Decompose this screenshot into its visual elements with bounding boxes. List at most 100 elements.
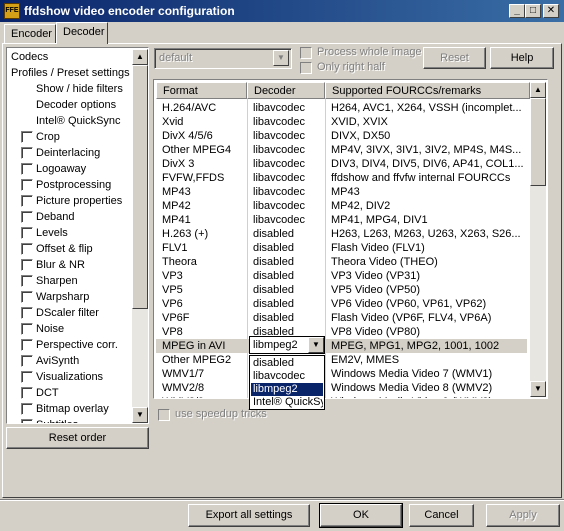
tree-item-checkbox[interactable] <box>21 339 33 351</box>
table-cell-fourccs[interactable]: MP42, DIV2 <box>325 199 530 213</box>
table-cell-format[interactable]: FVFW,FFDS <box>156 171 247 185</box>
table-cell-fourccs[interactable]: H263, L263, M263, U263, X263, S26... <box>325 227 530 241</box>
tree-scrollbar[interactable]: ▲ ▼ <box>132 49 148 423</box>
tree-scroll-thumb[interactable] <box>132 65 148 309</box>
tree-item-checkbox[interactable] <box>21 291 33 303</box>
table-cell-decoder[interactable]: libavcodec <box>247 171 325 185</box>
table-cell-fourccs[interactable]: ffdshow and ffvfw internal FOURCCs <box>325 171 530 185</box>
app-icon[interactable]: FFE <box>4 3 20 19</box>
codec-table[interactable]: Format Decoder Supported FOURCCs/remarks… <box>154 80 547 398</box>
tree-item-checkbox[interactable] <box>21 355 33 367</box>
reset-order-button[interactable]: Reset order <box>6 427 149 449</box>
table-cell-format[interactable]: WMV2/8 <box>156 381 247 395</box>
table-cell-fourccs[interactable]: Windows Media Video 9 (WMV3) <box>325 395 530 398</box>
table-cell-decoder[interactable]: libavcodec <box>247 143 325 157</box>
table-cell-decoder[interactable]: libavcodec <box>247 157 325 171</box>
table-scroll-thumb[interactable] <box>530 98 546 186</box>
tab-encoder[interactable]: Encoder <box>4 24 56 43</box>
table-cell-fourccs[interactable]: VP8 Video (VP80) <box>325 325 530 339</box>
tree-item-checkbox[interactable] <box>21 179 33 191</box>
column-header-decoder[interactable]: Decoder <box>247 82 325 99</box>
table-cell-decoder[interactable]: disabled <box>247 255 325 269</box>
tree-item-checkbox[interactable] <box>21 131 33 143</box>
tree-scroll-up-icon[interactable]: ▲ <box>132 49 148 65</box>
close-button[interactable]: ✕ <box>543 4 559 18</box>
table-cell-fourccs[interactable]: Flash Video (FLV1) <box>325 241 530 255</box>
table-cell-fourccs[interactable]: H264, AVC1, X264, VSSH (incomplet... <box>325 101 530 115</box>
tab-decoder[interactable]: Decoder <box>56 22 108 44</box>
tree-item-checkbox[interactable] <box>21 195 33 207</box>
tree-scroll-down-icon[interactable]: ▼ <box>132 407 148 423</box>
table-cell-decoder[interactable]: libavcodec <box>247 115 325 129</box>
table-cell-format[interactable]: MP41 <box>156 213 247 227</box>
table-cell-fourccs[interactable]: Flash Video (VP6F, FLV4, VP6A) <box>325 311 530 325</box>
tree-item-checkbox[interactable] <box>21 243 33 255</box>
decoder-combo[interactable]: libmpeg2 ▼ <box>249 336 325 354</box>
dropdown-option[interactable]: Intel® QuickSync <box>251 396 323 409</box>
table-cell-format[interactable]: VP8 <box>156 325 247 339</box>
table-scroll-up-icon[interactable]: ▲ <box>530 82 546 98</box>
process-whole-image-checkbox[interactable] <box>300 47 312 59</box>
table-cell-format[interactable]: VP5 <box>156 283 247 297</box>
table-cell-decoder[interactable]: libavcodec <box>247 129 325 143</box>
table-cell-decoder[interactable]: libavcodec <box>247 101 325 115</box>
table-cell-format[interactable]: VP3 <box>156 269 247 283</box>
preset-select[interactable]: default ▼ <box>154 48 292 69</box>
speedup-checkbox[interactable] <box>158 409 170 421</box>
tree-item-checkbox[interactable] <box>21 211 33 223</box>
chevron-down-icon[interactable]: ▼ <box>273 50 289 66</box>
table-cell-format[interactable]: Other MPEG2 <box>156 353 247 367</box>
tree-item-checkbox[interactable] <box>21 371 33 383</box>
tree-item-checkbox[interactable] <box>21 259 33 271</box>
table-cell-decoder[interactable]: disabled <box>247 283 325 297</box>
export-all-settings-button[interactable]: Export all settings <box>188 504 310 527</box>
table-cell-fourccs[interactable]: VP3 Video (VP31) <box>325 269 530 283</box>
table-cell-format[interactable]: MP43 <box>156 185 247 199</box>
table-cell-fourccs[interactable]: Windows Media Video 7 (WMV1) <box>325 367 530 381</box>
table-cell-format[interactable]: WMV3/9 <box>156 395 247 398</box>
table-cell-decoder[interactable]: disabled <box>247 227 325 241</box>
table-cell-format[interactable]: VP6 <box>156 297 247 311</box>
tree-item-checkbox[interactable] <box>21 403 33 415</box>
table-cell-format[interactable]: DivX 3 <box>156 157 247 171</box>
column-header-fourccs[interactable]: Supported FOURCCs/remarks <box>325 82 530 99</box>
decoder-dropdown-list[interactable]: disabledlibavcodeclibmpeg2Intel® QuickSy… <box>249 355 325 410</box>
column-header-format[interactable]: Format <box>156 82 247 99</box>
chevron-down-icon[interactable]: ▼ <box>308 337 324 353</box>
table-cell-format[interactable]: VP6F <box>156 311 247 325</box>
table-cell-decoder[interactable]: libavcodec <box>247 199 325 213</box>
table-cell-fourccs[interactable]: VP6 Video (VP60, VP61, VP62) <box>325 297 530 311</box>
filter-tree[interactable]: Codecs Profiles / Preset settings Show / h… <box>7 48 148 423</box>
table-cell-fourccs[interactable]: DIV3, DIV4, DIV5, DIV6, AP41, COL1... <box>325 157 530 171</box>
table-cell-fourccs[interactable]: XVID, XVIX <box>325 115 530 129</box>
table-cell-format[interactable]: DivX 4/5/6 <box>156 129 247 143</box>
tree-item-checkbox[interactable] <box>21 419 33 423</box>
tree-item-checkbox[interactable] <box>21 147 33 159</box>
table-cell-decoder[interactable]: libavcodec <box>247 213 325 227</box>
dropdown-option[interactable]: libmpeg2 <box>251 383 323 396</box>
table-cell-fourccs[interactable]: Theora Video (THEO) <box>325 255 530 269</box>
table-cell-format[interactable]: MPEG in AVI <box>156 339 247 353</box>
dropdown-option[interactable]: libavcodec <box>251 370 323 383</box>
dropdown-option[interactable]: disabled <box>251 357 323 370</box>
table-cell-fourccs[interactable]: MPEG, MPG1, MPG2, 1001, 1002 <box>325 339 530 353</box>
reset-button[interactable]: Reset <box>423 47 486 69</box>
tree-item-checkbox[interactable] <box>21 323 33 335</box>
maximize-button[interactable]: □ <box>525 4 541 18</box>
table-cell-decoder[interactable]: disabled <box>247 269 325 283</box>
table-cell-format[interactable]: H.264/AVC <box>156 101 247 115</box>
cancel-button[interactable]: Cancel <box>409 504 474 527</box>
table-cell-fourccs[interactable]: Windows Media Video 8 (WMV2) <box>325 381 530 395</box>
tree-item-checkbox[interactable] <box>21 275 33 287</box>
table-cell-format[interactable]: Theora <box>156 255 247 269</box>
table-scroll-down-icon[interactable]: ▼ <box>530 381 546 397</box>
table-cell-fourccs[interactable]: MP4V, 3IVX, 3IV1, 3IV2, MP4S, M4S... <box>325 143 530 157</box>
table-cell-fourccs[interactable]: MP43 <box>325 185 530 199</box>
table-cell-decoder[interactable]: libavcodec <box>247 185 325 199</box>
table-scrollbar[interactable]: ▲ ▼ <box>530 82 546 397</box>
minimize-button[interactable]: _ <box>509 4 525 18</box>
help-button[interactable]: Help <box>490 47 554 69</box>
table-cell-fourccs[interactable]: EM2V, MMES <box>325 353 530 367</box>
only-right-half-checkbox[interactable] <box>300 62 312 74</box>
table-cell-fourccs[interactable]: MP41, MPG4, DIV1 <box>325 213 530 227</box>
